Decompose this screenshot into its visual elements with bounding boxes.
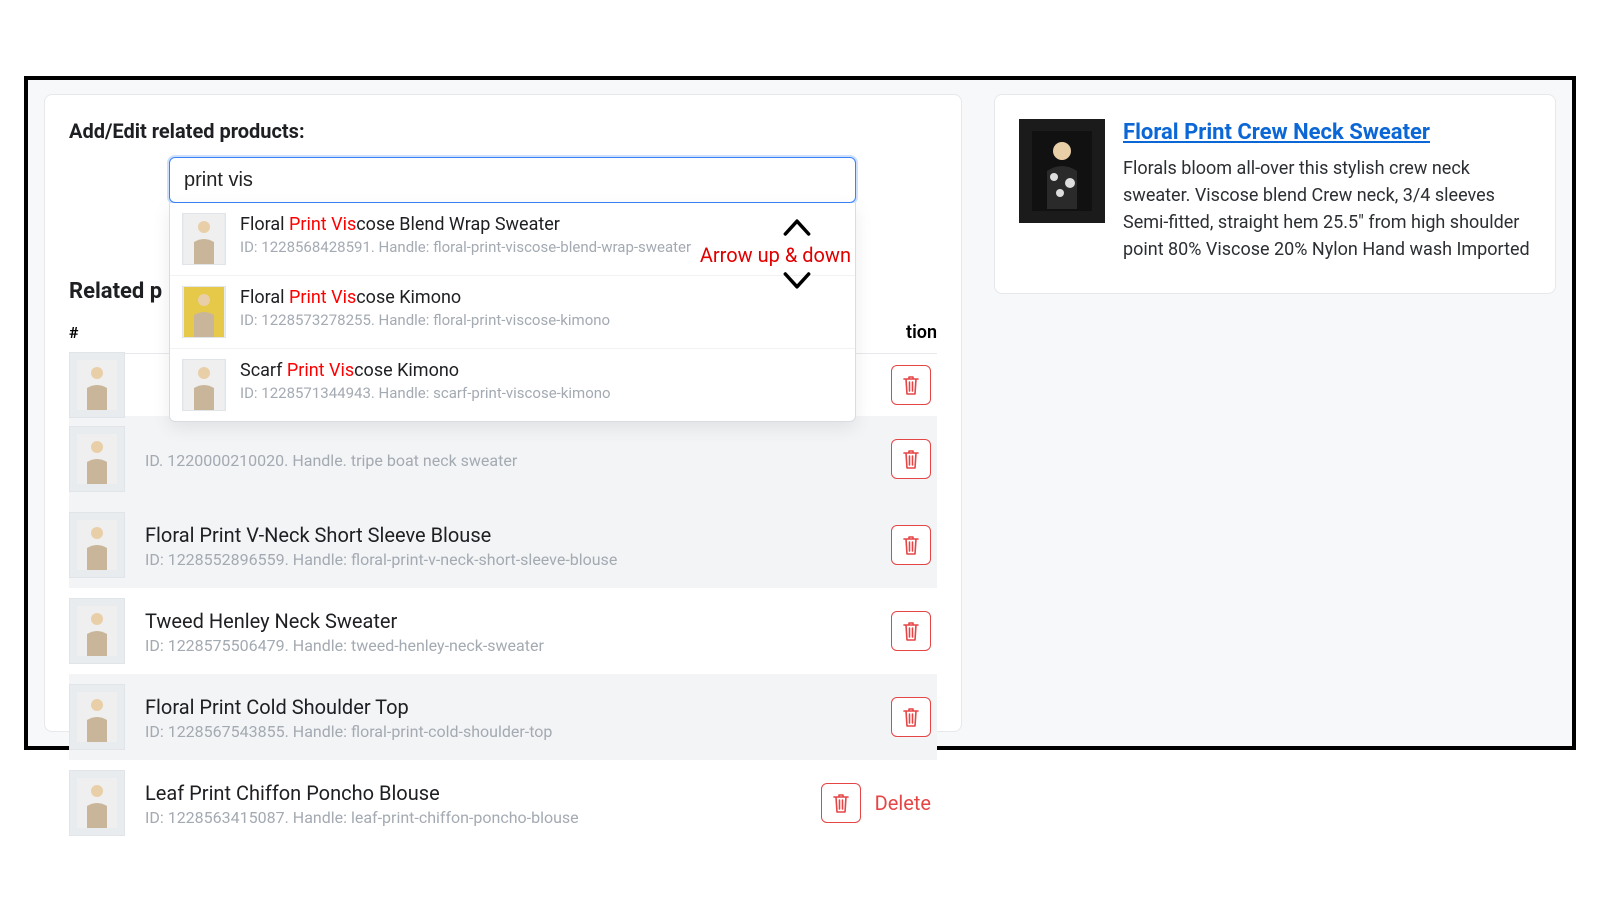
search-wrap: Arrow up & down Floral Print Viscose Ble…: [169, 157, 856, 203]
product-search-input[interactable]: [169, 157, 856, 203]
suggestion-item[interactable]: Scarf Print Viscose Kimono ID: 1228571344…: [170, 348, 855, 421]
row-product-sub: ID: 1228552896559. Handle: floral-print-…: [145, 550, 617, 569]
suggestion-sub: ID: 1228571344943. Handle: scarf-print-v…: [240, 384, 611, 402]
product-thumbnail: [69, 426, 125, 492]
app-frame: Add/Edit related products: Arrow up & do…: [24, 76, 1576, 750]
table-row: Floral Print V-Neck Short Sleeve Blouse I…: [69, 502, 937, 588]
suggestion-thumbnail: [182, 213, 226, 265]
row-product-name: Floral Print V-Neck Short Sleeve Blouse: [145, 522, 617, 548]
product-list: ID. 1220000210020. Handle. tripe boat ne…: [69, 354, 937, 846]
product-thumbnail: [69, 598, 125, 664]
delete-button[interactable]: [891, 365, 931, 405]
row-product-sub: ID: 1228567543855. Handle: floral-print-…: [145, 722, 552, 741]
section-title: Add/Edit related products:: [69, 119, 937, 143]
related-products-card: Add/Edit related products: Arrow up & do…: [44, 94, 962, 732]
product-thumbnail: [69, 352, 125, 418]
table-header-hash: #: [69, 323, 149, 342]
row-product-sub: ID: 1228563415087. Handle: leaf-print-ch…: [145, 808, 579, 827]
delete-button[interactable]: [891, 697, 931, 737]
table-row: Leaf Print Chiffon Poncho Blouse ID: 1228…: [69, 760, 937, 846]
suggestion-item[interactable]: Floral Print Viscose Kimono ID: 122857327…: [170, 275, 855, 348]
product-detail-card: Floral Print Crew Neck Sweater Florals b…: [994, 94, 1556, 294]
product-thumbnail: [69, 770, 125, 836]
delete-button[interactable]: [891, 611, 931, 651]
product-thumbnail: [1019, 119, 1105, 223]
table-row: ID. 1220000210020. Handle. tripe boat ne…: [69, 416, 937, 502]
suggestion-name: Floral Print Viscose Kimono: [240, 286, 610, 309]
table-row: Tweed Henley Neck Sweater ID: 12285755064…: [69, 588, 937, 674]
search-suggestion-dropdown: Arrow up & down Floral Print Viscose Ble…: [169, 203, 856, 422]
table-header-action: tion: [906, 322, 937, 343]
table-row: Floral Print Cold Shoulder Top ID: 122856…: [69, 674, 937, 760]
row-product-name: Tweed Henley Neck Sweater: [145, 608, 544, 634]
product-title-link[interactable]: Floral Print Crew Neck Sweater: [1123, 120, 1430, 145]
delete-label: Delete: [875, 791, 931, 815]
delete-button[interactable]: [821, 783, 861, 823]
suggestion-thumbnail: [182, 286, 226, 338]
delete-button[interactable]: [891, 525, 931, 565]
delete-button[interactable]: [891, 439, 931, 479]
row-product-name: Floral Print Cold Shoulder Top: [145, 694, 552, 720]
suggestion-thumbnail: [182, 359, 226, 411]
suggestion-sub: ID: 1228573278255. Handle: floral-print-…: [240, 311, 610, 329]
suggestion-name: Floral Print Viscose Blend Wrap Sweater: [240, 213, 691, 236]
suggestion-sub: ID: 1228568428591. Handle: floral-print-…: [240, 238, 691, 256]
annotation-arrow-label: Arrow up & down: [700, 243, 851, 267]
chevron-up-icon: [783, 217, 811, 237]
product-description: Florals bloom all-over this stylish crew…: [1123, 155, 1531, 263]
row-product-name: Leaf Print Chiffon Poncho Blouse: [145, 780, 579, 806]
row-product-sub: ID. 1220000210020. Handle. tripe boat ne…: [145, 451, 517, 470]
product-thumbnail: [69, 512, 125, 578]
row-product-sub: ID: 1228575506479. Handle: tweed-henley-…: [145, 636, 544, 655]
chevron-down-icon: [783, 271, 811, 291]
product-thumbnail: [69, 684, 125, 750]
suggestion-name: Scarf Print Viscose Kimono: [240, 359, 611, 382]
